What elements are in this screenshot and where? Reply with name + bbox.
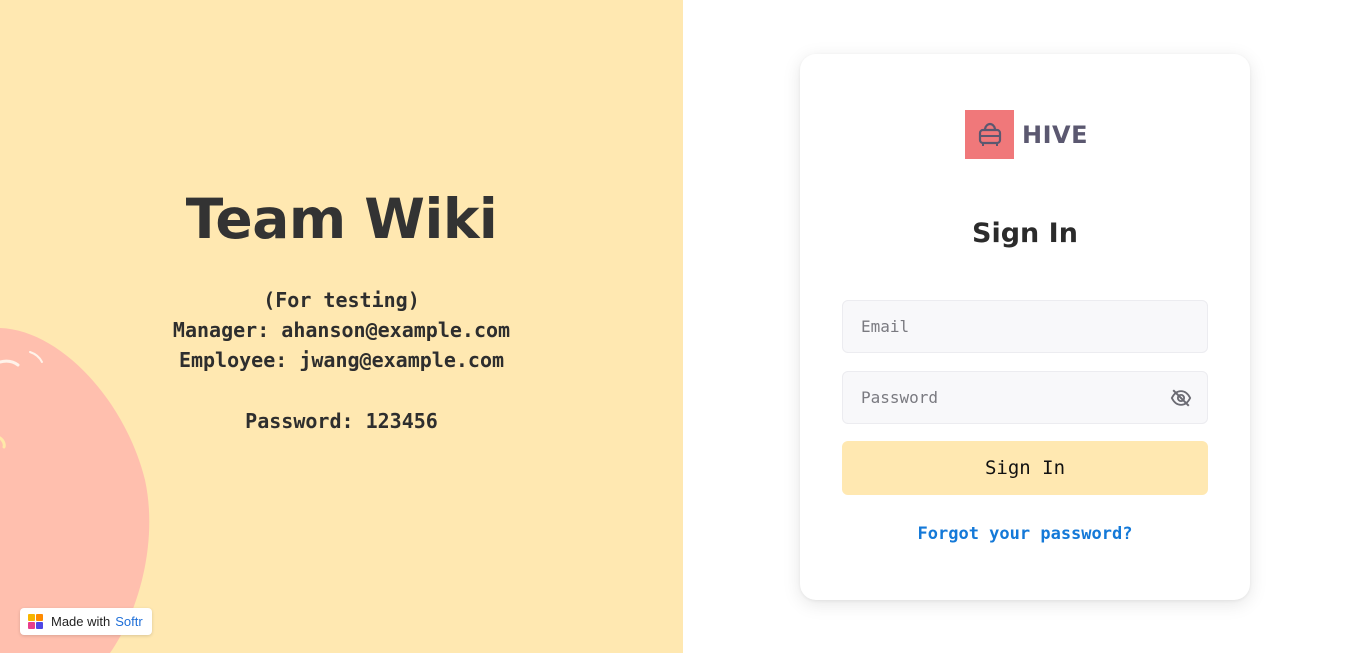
sign-in-button[interactable]: Sign In [842,441,1208,495]
manager-credential: Manager: ahanson@example.com [172,318,511,342]
sign-in-card: HIVE Sign In Sign In Forgot your passwor… [800,54,1250,600]
test-credentials: (For testing) Manager: ahanson@example.c… [0,285,683,436]
badge-brand: Softr [115,614,143,629]
employee-credential: Employee: jwang@example.com [178,348,505,372]
softr-logo-icon [28,613,44,630]
credentials-heading: (For testing) [263,288,420,312]
password-field[interactable] [842,371,1208,424]
hero-title: Team Wiki [185,187,498,251]
email-field[interactable] [842,300,1208,353]
hive-logo: HIVE [965,110,1088,159]
made-with-softr-badge[interactable]: Made with Softr [20,608,152,635]
sign-in-title: Sign In [972,218,1078,249]
logo-text: HIVE [1022,120,1088,149]
password-credential: Password: 123456 [245,409,438,433]
logo-mark [965,110,1014,159]
forgot-password-link[interactable]: Forgot your password? [800,524,1250,544]
bag-icon [978,122,1001,146]
badge-text: Made with [51,614,111,629]
hero-panel: Team Wiki (For testing) Manager: ahanson… [0,0,683,653]
eye-off-icon[interactable] [1170,387,1192,409]
hero-content: Team Wiki (For testing) Manager: ahanson… [0,186,683,436]
